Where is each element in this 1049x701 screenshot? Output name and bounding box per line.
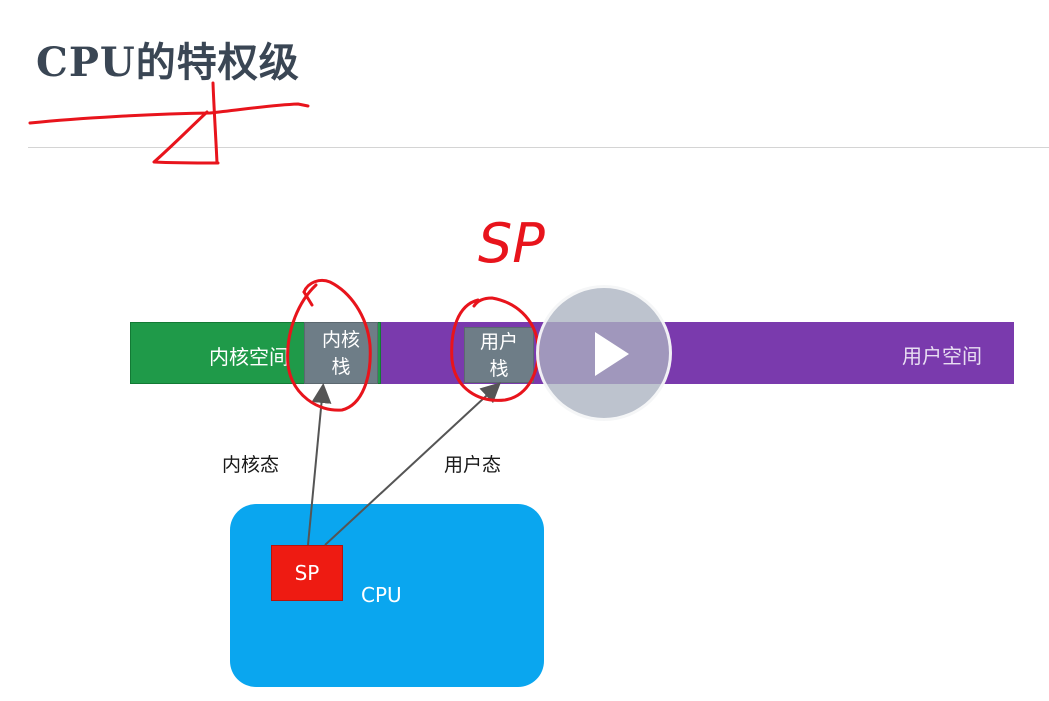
slide: CPU的特权级 内核空间 用户空间 内核 栈 用户 栈 内核态 用户态 SP C… <box>0 0 1049 701</box>
ink-underline <box>28 102 310 125</box>
handwritten-sp-annotation: SP <box>478 212 545 275</box>
kernel-mode-arrow <box>307 383 332 546</box>
ink-stem <box>211 81 219 165</box>
play-icon <box>595 332 629 376</box>
annotation-layer: SP <box>28 81 545 546</box>
user-stack-circle <box>450 296 540 402</box>
kernel-stack-circle <box>286 278 372 412</box>
handwritten-title-mark <box>28 81 310 165</box>
video-play-button[interactable] <box>536 285 672 421</box>
ink-triangle <box>152 110 220 165</box>
user-mode-arrow <box>324 382 501 546</box>
